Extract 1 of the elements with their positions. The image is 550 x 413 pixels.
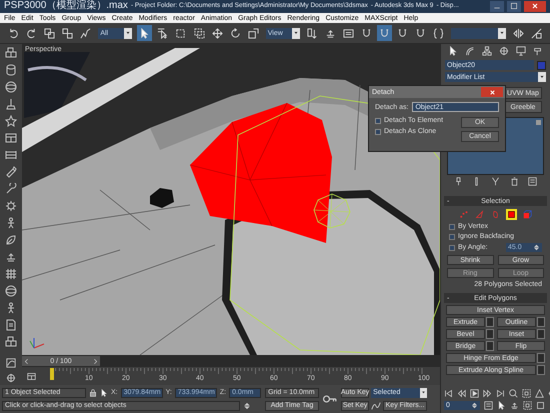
window-title: PSP3000（模型渲染）.max xyxy=(4,1,128,12)
